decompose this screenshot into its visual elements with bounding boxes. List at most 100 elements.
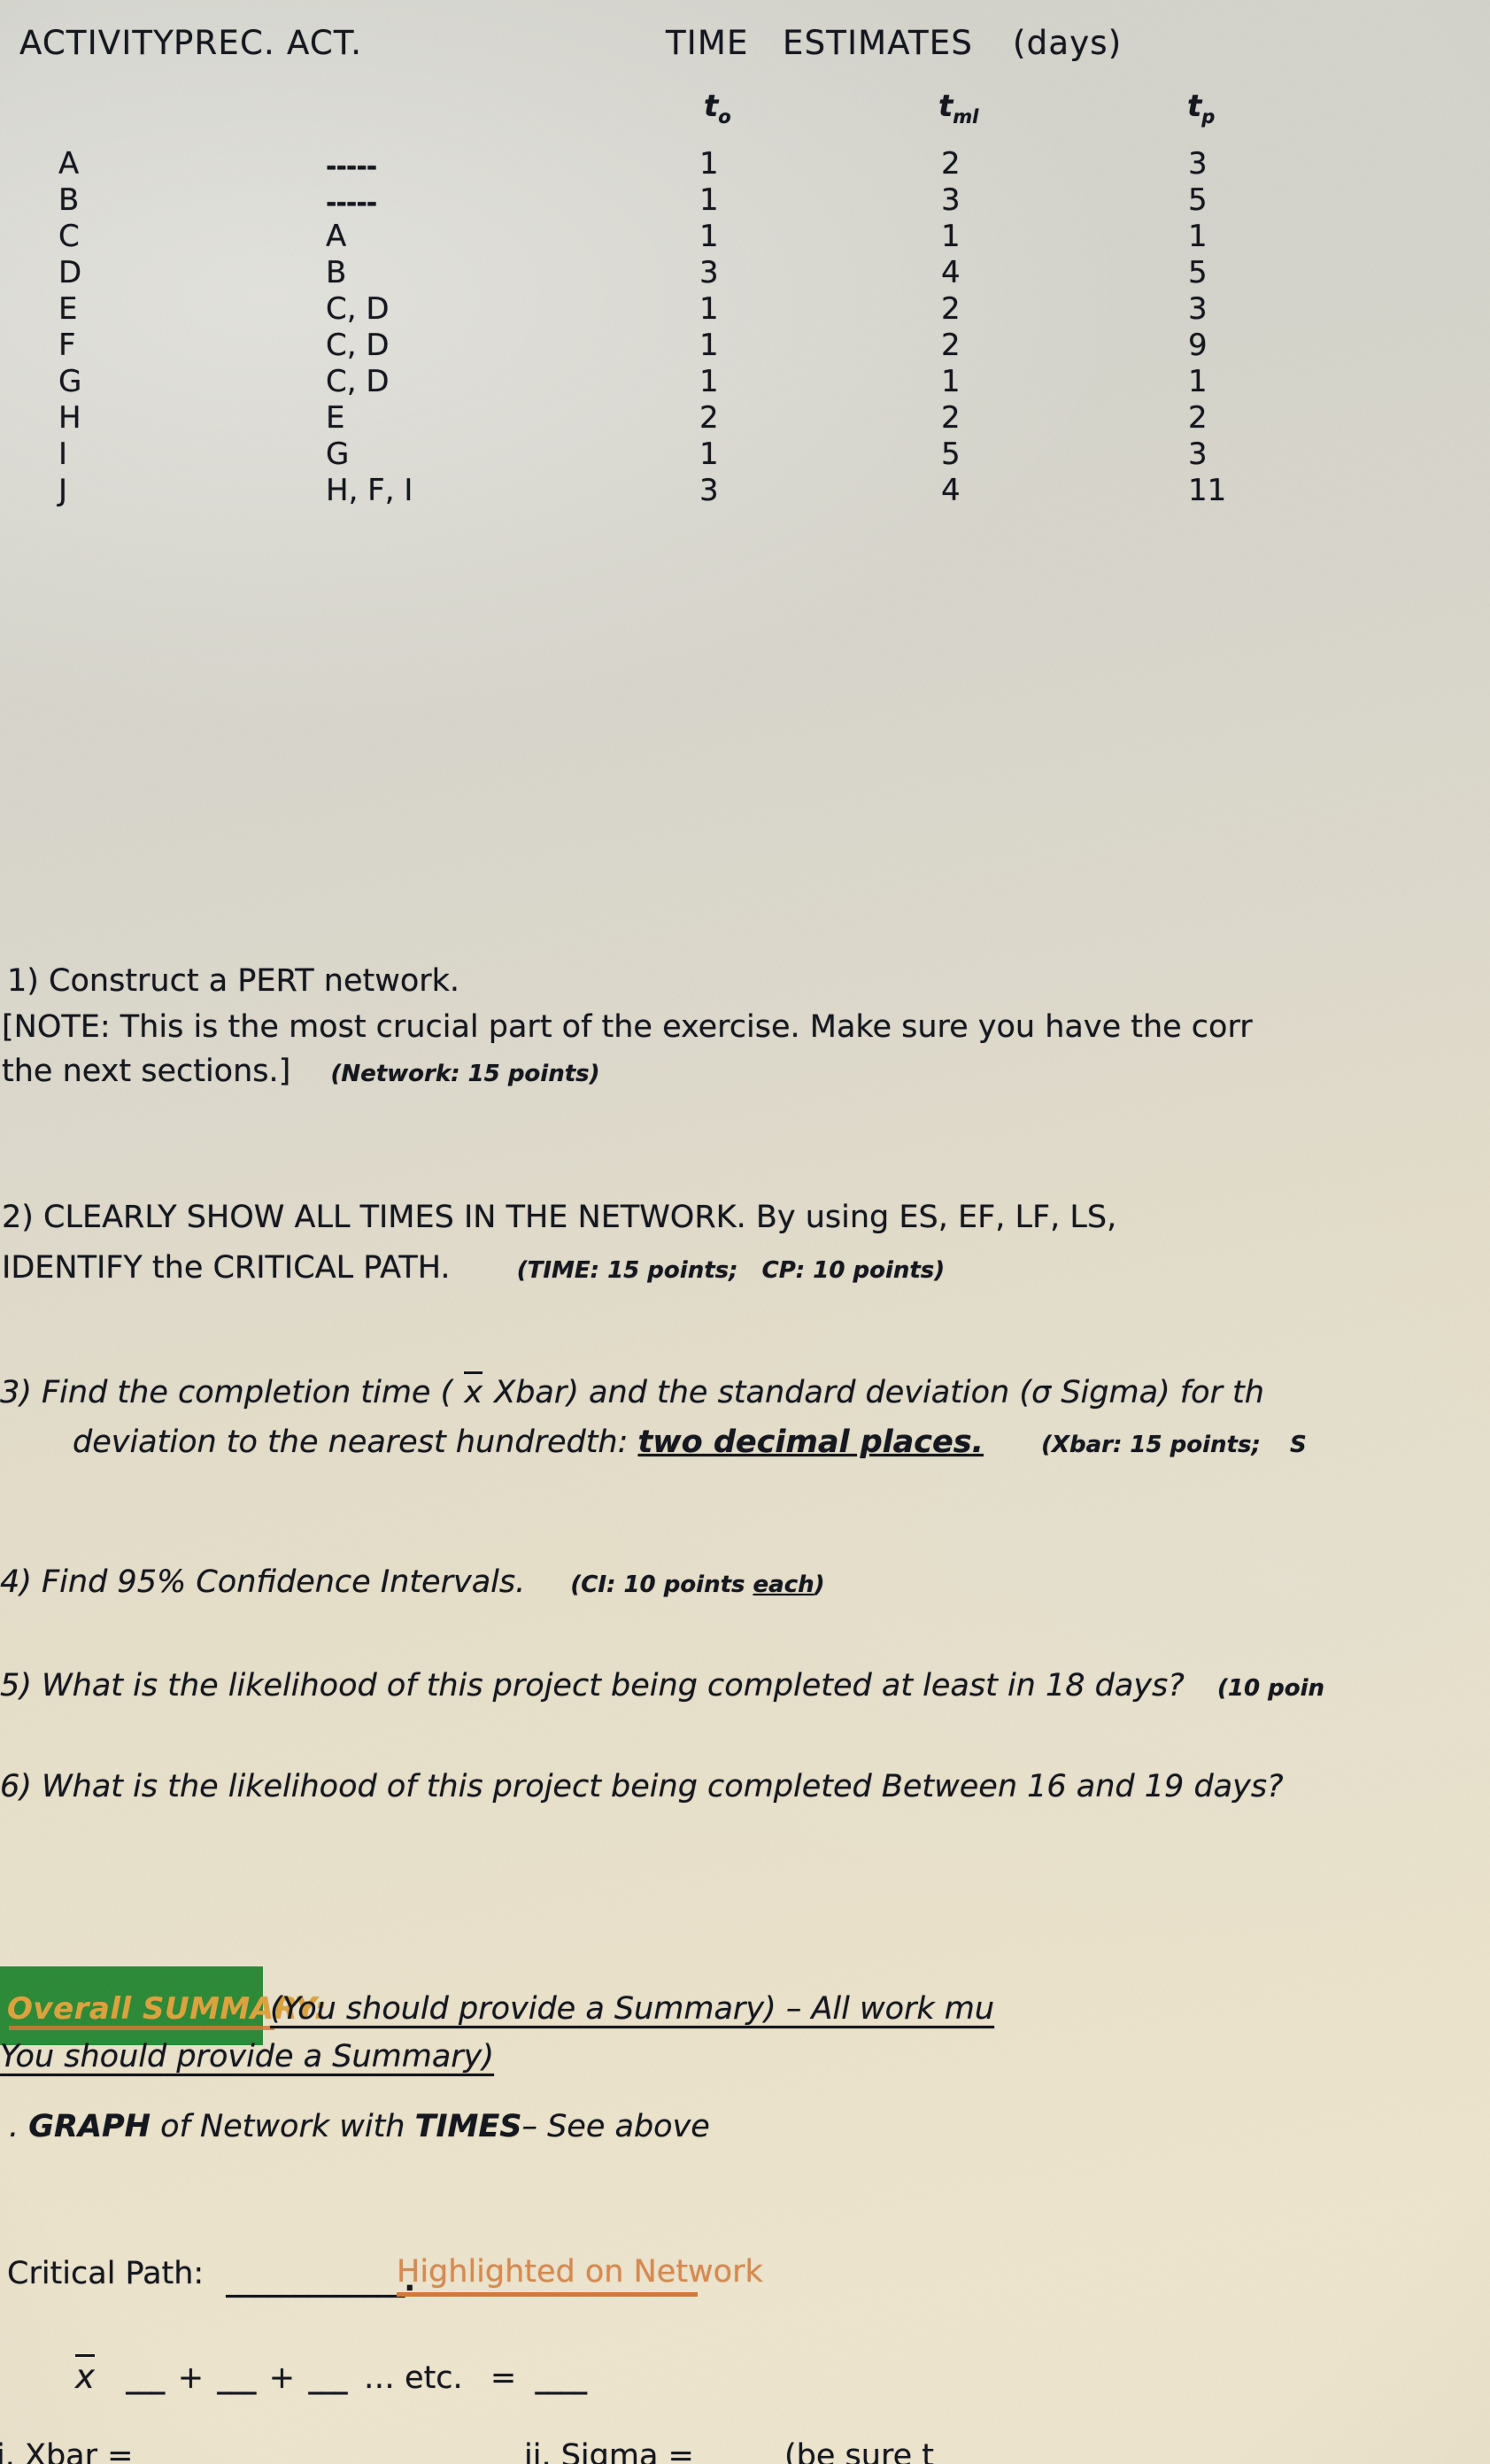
table-row: J H, F, I 3 4 11 [0, 475, 1490, 512]
table-cell-prec: H, F, I [326, 473, 413, 508]
table-cell-tml: 1 [941, 364, 961, 399]
graph-line-mid: of Network with [150, 2109, 415, 2144]
question-1-points: (Network: 15 points) [330, 1061, 600, 1087]
summary-rest-of-line: (You should provide a Summary) – All wor… [270, 1991, 995, 2027]
graph-line-end: – See above [521, 2109, 710, 2144]
table-row: G C, D 1 1 1 [0, 367, 1490, 403]
table-cell-to: 2 [699, 400, 719, 436]
table-row: D B 3 4 5 [0, 258, 1490, 294]
question-4-points-post: ) [814, 1572, 825, 1598]
formula-blank-2[interactable]: ___ [217, 2363, 256, 2395]
question-5-text: 5) What is the likelihood of this projec… [0, 1668, 1185, 1703]
table-cell-prec: C, D [326, 364, 390, 399]
formula-xbar-symbol: x [74, 2354, 95, 2396]
bottom-item-note: (be sure t [784, 2438, 934, 2464]
question-4-points: (CI: 10 points each) [570, 1572, 824, 1598]
summary-line-2: You should provide a Summary) [0, 2039, 495, 2074]
column-header-days: (days) [1013, 24, 1123, 62]
question-5-points: (10 poin [1217, 1675, 1325, 1702]
summary-label-underline [9, 2026, 274, 2030]
table-cell-to: 1 [699, 146, 719, 182]
table-row: H E 2 2 2 [0, 403, 1490, 439]
table-row: C A 1 1 1 [0, 221, 1490, 258]
question-4-text: 4) Find 95% Confidence Intervals. [0, 1564, 526, 1600]
table-cell-act: D [58, 255, 82, 290]
question-2-line2: IDENTIFY the CRITICAL PATH. (TIME: 15 po… [2, 1250, 945, 1289]
question-1-note-line1: [NOTE: This is the most crucial part of … [2, 1009, 1253, 1045]
table-cell-tp: 1 [1188, 219, 1208, 254]
question-4-line: 4) Find 95% Confidence Intervals. (CI: 1… [0, 1564, 825, 1603]
table-row: F C, D 1 2 9 [0, 330, 1490, 367]
subheader-optimistic-time: to [704, 89, 731, 127]
subheader-pessimistic-time: tp [1187, 89, 1215, 127]
formula-blank-1[interactable]: ___ [126, 2363, 165, 2395]
table-cell-tp: 11 [1188, 473, 1227, 508]
t-symbol: t [704, 89, 719, 124]
table-cell-tml: 2 [941, 328, 961, 363]
question-2-tail: IDENTIFY the CRITICAL PATH. [2, 1250, 451, 1286]
critical-path-label: Critical Path: [7, 2256, 205, 2291]
table-cell-act: C [58, 219, 80, 254]
summary-graph-line: . GRAPH of Network with TIMES– See above [9, 2109, 710, 2144]
table-cell-prec: A [326, 219, 347, 254]
table-cell-tp: 3 [1188, 146, 1208, 182]
table-cell-act: H [58, 400, 81, 436]
formula-plus-1: + [177, 2360, 205, 2396]
column-header-estimates: ESTIMATES [783, 24, 974, 62]
graph-keyword: GRAPH [28, 2109, 151, 2144]
table-cell-tml: 1 [941, 219, 961, 254]
table-row: I G 1 5 3 [0, 439, 1490, 475]
table-cell-tml: 2 [941, 291, 961, 327]
table-cell-tp: 9 [1188, 328, 1208, 363]
question-3-prefix: 3) Find the completion time ( [0, 1375, 463, 1410]
table-cell-act: F [58, 328, 76, 363]
table-cell-act: I [58, 436, 68, 472]
table-cell-prec: ----- [326, 151, 377, 182]
table-cell-tp: 5 [1188, 182, 1208, 218]
question-2-points-time: (TIME: 15 points; [516, 1257, 738, 1284]
table-cell-tml: 5 [941, 436, 961, 472]
critical-path-note-underline [397, 2292, 698, 2297]
subheader-most-likely-time: tml [938, 89, 978, 127]
bottom-item-xbar: i. Xbar = [0, 2438, 134, 2464]
question-1-note-tail: the next sections.] [2, 1054, 291, 1089]
formula-blank-3[interactable]: ___ [308, 2363, 347, 2395]
table-cell-to: 3 [699, 473, 719, 508]
table-cell-prec: G [326, 436, 350, 472]
t-symbol: t [938, 89, 953, 124]
table-cell-to: 1 [699, 364, 719, 399]
critical-path-answer-blank[interactable]: _____________. [226, 2263, 415, 2298]
table-row: A ----- 1 2 3 [0, 149, 1490, 185]
formula-plus-2: + [268, 2360, 296, 2396]
table-cell-prec: ----- [326, 188, 377, 219]
table-cell-tp: 2 [1188, 400, 1208, 436]
question-2-line1: 2) CLEARLY SHOW ALL TIMES IN THE NETWORK… [2, 1200, 1117, 1235]
table-cell-tp: 3 [1188, 436, 1208, 472]
table-cell-prec: C, D [326, 328, 390, 363]
question-3-points-sigma-cut: S [1290, 1432, 1307, 1458]
activity-table: A ----- 1 2 3 B ----- 1 3 5 C A 1 1 1 D B 3 4 5 E C, D 1 2 3 F C, … [0, 149, 1490, 512]
question-4-points-pre: (CI: 10 points [570, 1572, 753, 1598]
formula-blank-result[interactable]: ____ [535, 2363, 587, 2395]
table-cell-act: B [58, 182, 80, 218]
times-keyword: TIMES [414, 2109, 522, 2144]
question-3-points-xbar: (Xbar: 15 points; [1041, 1432, 1261, 1458]
xbar-symbol: x [464, 1371, 483, 1410]
question-5-line: 5) What is the likelihood of this projec… [0, 1668, 1324, 1707]
table-cell-act: A [58, 146, 80, 182]
table-cell-act: E [58, 291, 78, 327]
question-1-note-line2: the next sections.] (Network: 15 points) [2, 1054, 600, 1093]
question-2-points-cp: CP: 10 points) [761, 1257, 946, 1284]
table-cell-prec: B [326, 255, 347, 290]
table-cell-prec: E [326, 400, 345, 436]
table-cell-tml: 4 [941, 255, 961, 290]
table-cell-tp: 1 [1188, 364, 1208, 399]
question-3-line2: deviation to the nearest hundredth: two … [73, 1425, 1307, 1464]
table-cell-prec: C, D [326, 291, 390, 327]
table-cell-tml: 4 [941, 473, 961, 508]
table-row: B ----- 1 3 5 [0, 185, 1490, 221]
table-cell-to: 1 [699, 182, 719, 218]
table-cell-tml: 2 [941, 400, 961, 436]
table-cell-to: 3 [699, 255, 719, 290]
table-cell-to: 1 [699, 219, 719, 254]
